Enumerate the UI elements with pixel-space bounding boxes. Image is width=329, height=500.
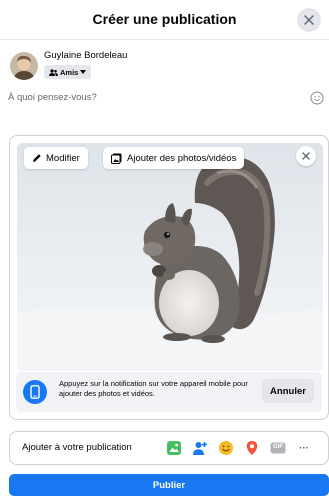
audience-label: Amis (60, 67, 79, 77)
add-to-post-label: Ajouter à votre publication (22, 442, 132, 453)
phone-icon-badge (23, 380, 47, 404)
audience-selector[interactable]: Amis (44, 65, 92, 79)
tag-people-icon (193, 442, 207, 455)
caret-down-icon (80, 70, 87, 74)
feeling-activity-button[interactable] (218, 440, 234, 456)
more-icon: ··· (299, 442, 309, 454)
gif-label: GIF (273, 444, 283, 450)
gif-button[interactable]: GIF (270, 440, 286, 456)
friends-icon (49, 68, 58, 76)
phone-icon (30, 385, 40, 399)
photo-album-icon (111, 153, 122, 164)
squirrel-photo (17, 143, 323, 371)
emoji-icon[interactable] (310, 91, 324, 105)
cancel-button[interactable]: Annuler (262, 379, 314, 403)
check-in-icon (246, 441, 258, 455)
mobile-notification-text: Appuyez sur la notification sur votre ap… (59, 379, 248, 398)
feeling-icon (219, 441, 233, 455)
tag-people-button[interactable] (192, 440, 208, 456)
avatar (10, 52, 38, 80)
close-icon (304, 15, 314, 25)
post-text-input[interactable]: À quoi pensez-vous? (8, 92, 97, 103)
dialog-title: Créer une publication (92, 11, 237, 27)
user-name[interactable]: Guylaine Bordeleau (44, 50, 127, 61)
photo-video-button[interactable] (166, 440, 182, 456)
dialog-header: Créer une publication (0, 0, 329, 40)
add-photos-label: Ajouter des photos/vidéos (127, 152, 237, 164)
close-dialog-button[interactable] (297, 8, 321, 32)
close-icon (302, 152, 310, 160)
more-options-button[interactable]: ··· (296, 440, 312, 456)
mobile-notification-banner: Appuyez sur la notification sur votre ap… (16, 372, 322, 412)
edit-media-button[interactable]: Modifier (24, 147, 88, 169)
photo-video-icon (167, 441, 181, 455)
publish-button[interactable]: Publier (9, 474, 329, 496)
add-to-post-bar: Ajouter à votre publication GIF ··· (9, 431, 329, 465)
add-photos-videos-button[interactable]: Ajouter des photos/vidéos (103, 147, 245, 169)
edit-label: Modifier (46, 152, 80, 164)
remove-media-button[interactable] (296, 146, 316, 166)
pencil-icon (33, 154, 41, 162)
check-in-button[interactable] (244, 440, 260, 456)
